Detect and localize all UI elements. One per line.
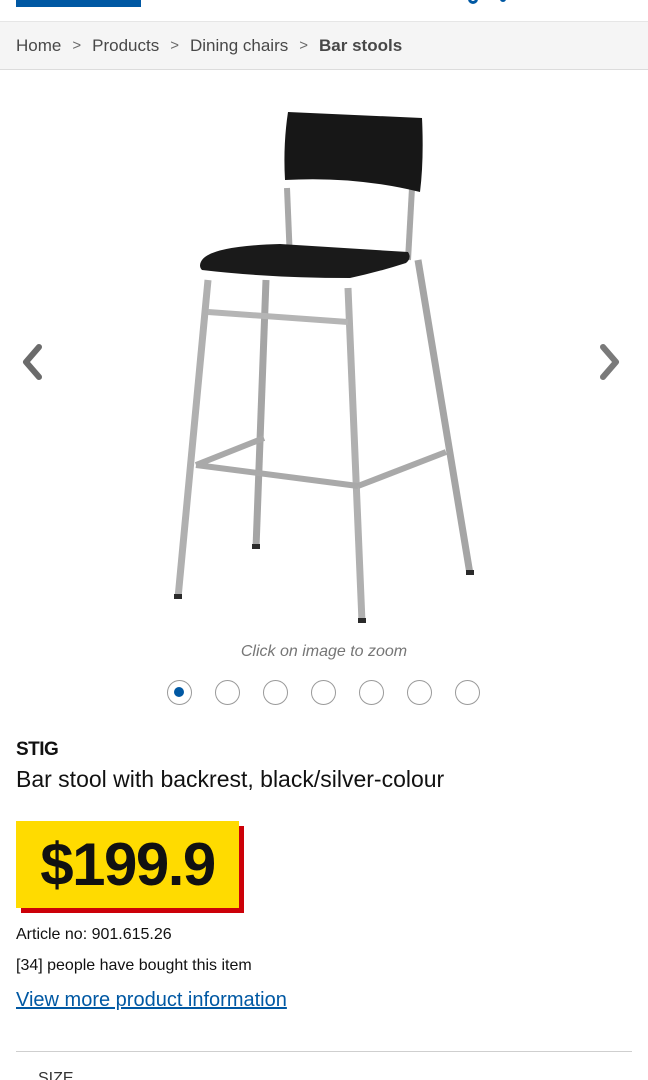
chevron-left-icon	[23, 344, 42, 380]
carousel-dot-7[interactable]	[455, 680, 480, 705]
more-product-info-link[interactable]: View more product information	[16, 989, 287, 1012]
menu-icon[interactable]	[500, 0, 506, 2]
carousel-dot-5[interactable]	[359, 680, 384, 705]
zoom-hint: Click on image to zoom	[240, 643, 408, 660]
carousel-dot-4[interactable]	[311, 680, 336, 705]
carousel-dot-2[interactable]	[215, 680, 240, 705]
site-header	[0, 0, 648, 22]
product-brand: STIG	[16, 739, 59, 760]
breadcrumb-current: Bar stools	[319, 35, 403, 55]
chevron-right-icon	[600, 344, 619, 380]
carousel-dot-3[interactable]	[263, 680, 288, 705]
breadcrumb-products[interactable]: Products	[92, 36, 159, 56]
breadcrumb: Home > Products > Dining chairs > Bar st…	[0, 22, 648, 70]
price-tag: $199.9	[16, 821, 244, 913]
size-section-label[interactable]: SIZE	[38, 1070, 74, 1080]
breadcrumb-home[interactable]: Home	[16, 36, 61, 56]
product-image-carousel	[0, 70, 648, 640]
carousel-next-button[interactable]	[594, 342, 624, 382]
breadcrumb-dining-chairs[interactable]: Dining chairs	[190, 36, 288, 56]
breadcrumb-separator: >	[299, 37, 309, 54]
search-icon[interactable]	[468, 0, 478, 4]
bought-count: [34] people have bought this item	[16, 957, 252, 974]
carousel-dot-6[interactable]	[407, 680, 432, 705]
breadcrumb-separator: >	[170, 37, 179, 54]
breadcrumb-separator: >	[72, 37, 82, 54]
article-number: Article no: 901.615.26	[16, 926, 172, 943]
product-description: Bar stool with backrest, black/silver-co…	[16, 766, 445, 792]
carousel-dot-1[interactable]	[167, 680, 192, 705]
product-price: $199.9	[40, 831, 216, 898]
carousel-pagination	[167, 680, 480, 705]
carousel-prev-button[interactable]	[18, 342, 48, 382]
section-divider	[16, 1051, 632, 1052]
product-image[interactable]	[150, 100, 500, 640]
price-tag-box: $199.9	[16, 821, 239, 908]
ikea-logo[interactable]	[16, 0, 141, 7]
